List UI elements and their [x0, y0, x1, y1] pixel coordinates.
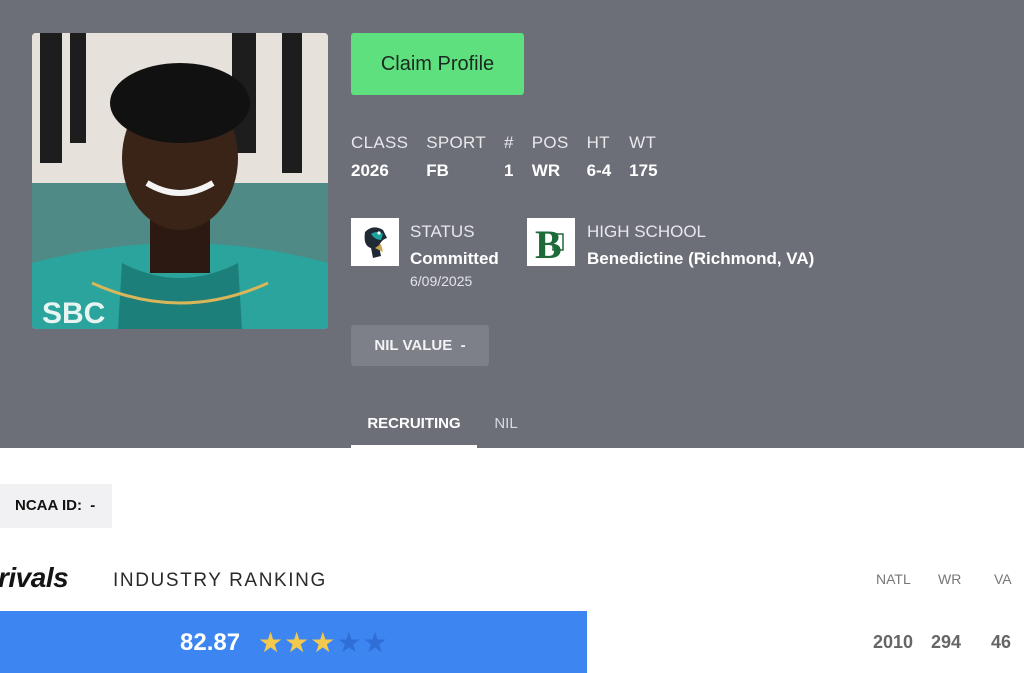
star-rating: ★★★★★	[258, 626, 389, 659]
status-value: Committed	[410, 249, 499, 268]
profile-header: SBC Claim Profile CLASS 2026 SPORT FB # …	[0, 0, 1024, 448]
stat-weight: WT 175	[629, 133, 657, 181]
stat-position: POS WR	[532, 133, 569, 181]
nil-value-button[interactable]: NIL VALUE -	[351, 325, 489, 366]
svg-text:SBC: SBC	[42, 297, 105, 329]
stat-value: 2026	[351, 161, 389, 180]
stat-value: 1	[504, 161, 514, 180]
ncaa-id-value: -	[90, 497, 96, 514]
benedictine-b-logo-icon[interactable]: B	[527, 218, 575, 267]
rivals-logo: rivals	[0, 562, 69, 593]
stat-sport: SPORT FB	[426, 133, 486, 181]
tab-nil[interactable]: NIL	[487, 403, 525, 448]
stat-number: # 1	[504, 133, 514, 181]
stat-value: WR	[531, 161, 561, 180]
tab-recruiting[interactable]: RECRUITING	[351, 403, 477, 448]
star-empty-icon: ★	[362, 627, 389, 658]
commit-date: 6/09/2025	[410, 273, 473, 289]
stat-height: HT 6-4	[587, 133, 612, 181]
star-empty-icon: ★	[336, 627, 363, 658]
stat-value: 6-4	[586, 161, 612, 180]
stat-label: CLASS	[351, 133, 409, 152]
high-school-label: HIGH SCHOOL	[587, 222, 707, 241]
rank-national: 2010	[873, 632, 914, 652]
high-school-value[interactable]: Benedictine (Richmond, VA)	[587, 249, 814, 269]
player-photo: SBC	[32, 33, 328, 329]
status-label: STATUS	[410, 222, 475, 241]
stat-label: SPORT	[426, 133, 487, 152]
ncaa-id-label: NCAA ID:	[15, 497, 82, 514]
rank-header-state: VA	[994, 571, 1012, 587]
svg-text:B: B	[535, 222, 562, 266]
stat-value: FB	[426, 161, 449, 180]
claim-profile-button[interactable]: Claim Profile	[351, 33, 524, 95]
industry-ranking-title: INDUSTRY RANKING	[113, 570, 327, 591]
stat-class: CLASS 2026	[351, 133, 408, 181]
nil-value-label: NIL VALUE	[374, 337, 453, 354]
rating-score: 82.87	[180, 629, 241, 656]
rank-state: 46	[991, 632, 1012, 652]
star-icon: ★	[258, 627, 285, 658]
star-icon: ★	[284, 627, 311, 658]
stat-label: POS	[531, 133, 569, 152]
rank-header-natl: NATL	[876, 571, 911, 587]
ncaa-id: NCAA ID: -	[0, 484, 112, 528]
chanticleer-logo-icon[interactable]	[351, 218, 399, 266]
stat-label: HT	[586, 133, 610, 152]
rank-header-position: WR	[938, 571, 962, 587]
stat-value: 175	[629, 161, 658, 180]
stat-label: WT	[629, 133, 657, 152]
player-stats: CLASS 2026 SPORT FB # 1 POS WR HT 6-4 WT…	[351, 133, 676, 181]
star-icon: ★	[310, 627, 337, 658]
nil-value-amount: -	[460, 337, 466, 354]
rank-position: 294	[931, 632, 962, 652]
stat-label: #	[504, 133, 514, 152]
